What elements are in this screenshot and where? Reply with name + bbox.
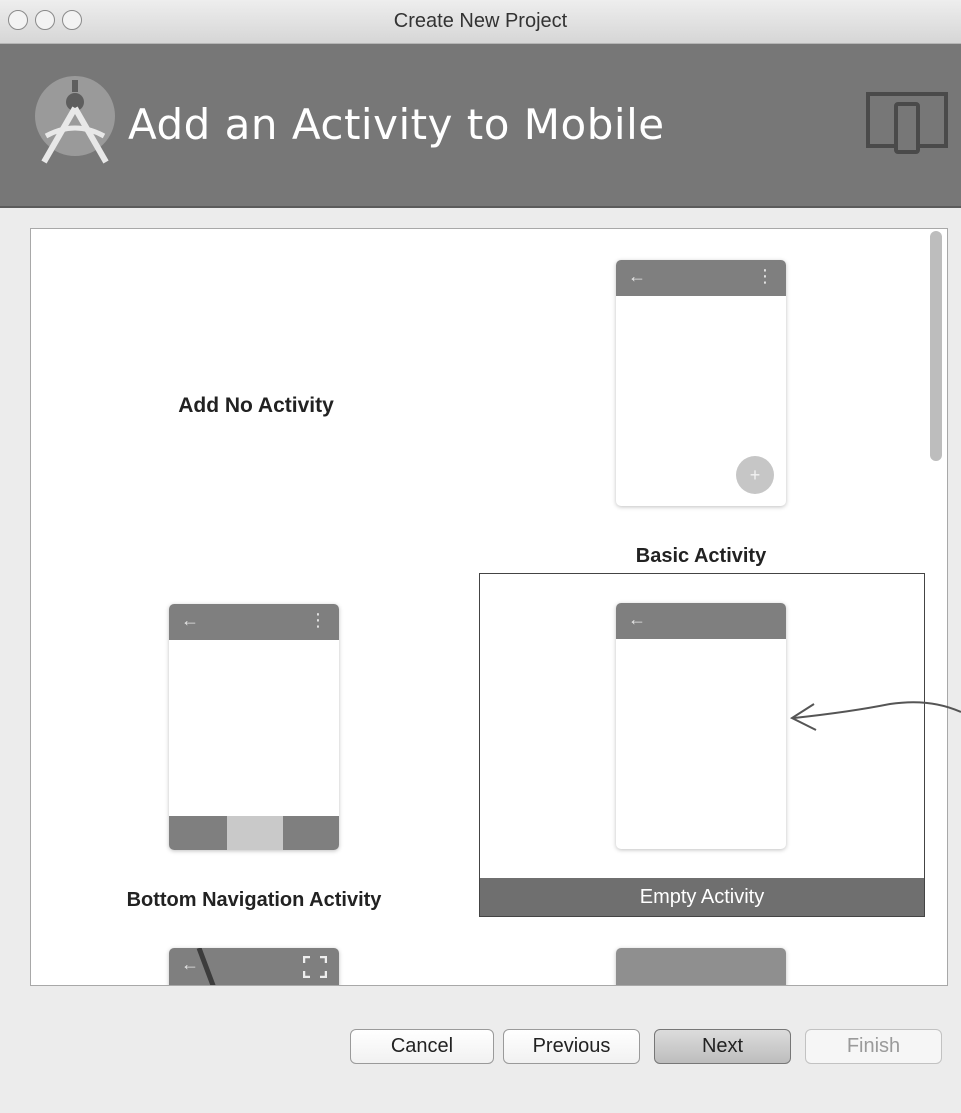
partial-activity-thumbnail: [616, 948, 786, 985]
title-bar: Create New Project: [0, 0, 961, 44]
wizard-header: Add an Activity to Mobile: [0, 44, 961, 208]
create-project-window: Create New Project Add an Activity to Mo…: [0, 0, 961, 1113]
fullscreen-activity-thumbnail: ←: [169, 948, 339, 985]
fullscreen-icon: [303, 956, 327, 978]
overflow-menu-icon: ⋮: [309, 610, 327, 630]
thumbnail-toolbar: ← ⋮: [169, 604, 339, 640]
mobile-device-icon: [866, 92, 948, 154]
bottom-navigation-thumbnail: ← ⋮: [169, 604, 339, 850]
gallery-item-label: Add No Activity: [178, 394, 334, 417]
gallery-item-empty-activity[interactable]: ← Empty Activity: [479, 573, 925, 917]
finish-button[interactable]: Finish: [805, 1029, 942, 1064]
annotation-arrow-icon: [789, 701, 961, 731]
gallery-item-label: Bottom Navigation Activity: [126, 889, 382, 911]
empty-activity-thumbnail: ←: [616, 603, 786, 849]
gallery-scrollbar[interactable]: [930, 231, 942, 461]
back-arrow-icon: ←: [628, 609, 646, 629]
bottom-navigation-selected-item: [227, 816, 283, 850]
gallery-item-add-no-activity[interactable]: Add No Activity: [31, 394, 481, 418]
overflow-menu-icon: ⋮: [756, 266, 774, 286]
gallery-item-label: Empty Activity: [480, 878, 924, 916]
activity-gallery[interactable]: Add No Activity ← ⋮ + Basic Activity ← ⋮: [30, 228, 948, 986]
bottom-navigation-bar: [169, 816, 339, 850]
android-studio-logo-icon: [35, 76, 115, 164]
thumbnail-toolbar: ← ⋮: [616, 260, 786, 296]
fab-add-icon: +: [736, 456, 774, 494]
window-title: Create New Project: [393, 10, 568, 32]
previous-button[interactable]: Previous: [503, 1029, 640, 1064]
cancel-button[interactable]: Cancel: [350, 1029, 494, 1064]
back-arrow-icon: ←: [181, 610, 199, 630]
back-arrow-icon: ←: [628, 266, 646, 286]
next-button[interactable]: Next: [654, 1029, 791, 1064]
gallery-item-label: Basic Activity: [635, 545, 767, 567]
page-title: Add an Activity to Mobile: [128, 100, 665, 149]
basic-activity-thumbnail: ← ⋮ +: [616, 260, 786, 506]
thumbnail-toolbar: ←: [616, 603, 786, 639]
